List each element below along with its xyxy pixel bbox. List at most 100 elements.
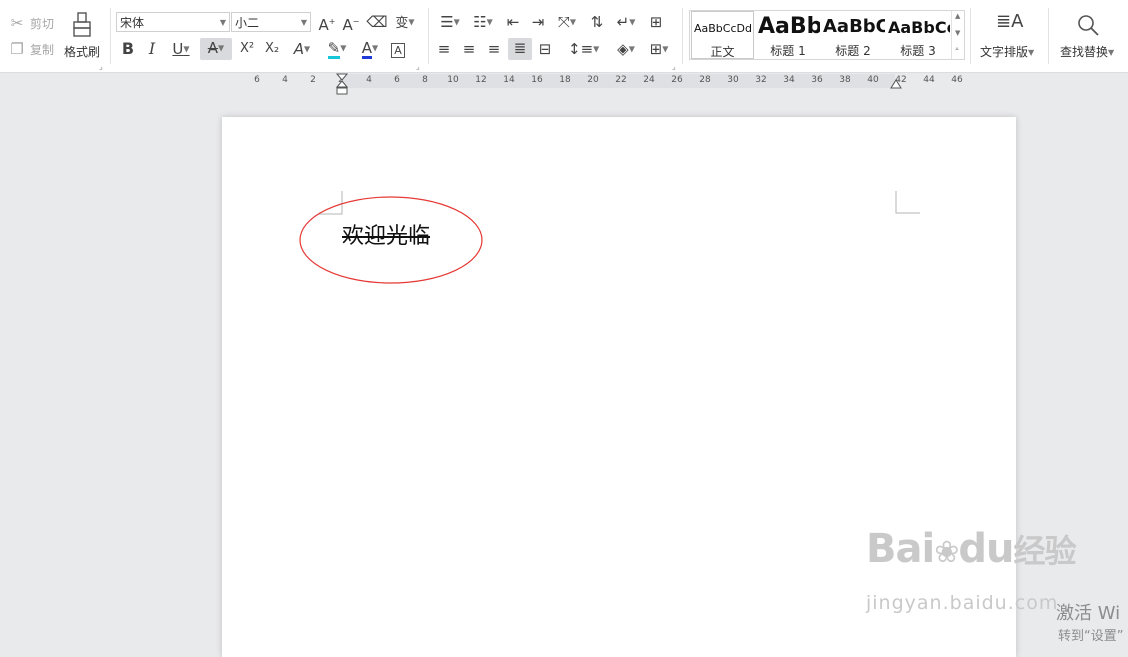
copy-button[interactable]: ❐ 复制 (8, 39, 58, 59)
chevron-down-icon: ▼ (453, 17, 460, 27)
shrink-font-button[interactable]: A− (340, 12, 362, 35)
activate-windows-subtitle: 转到“设置” (1058, 629, 1124, 644)
distributed-align-button[interactable]: ⊟ (535, 39, 555, 59)
line-spacing-icon: ↕≡ (568, 40, 594, 58)
ruler-tick-label: 20 (587, 75, 599, 85)
watermark-logo-b: du (958, 526, 1014, 572)
borders-button[interactable]: ⊞▼ (645, 39, 673, 60)
separator (428, 8, 429, 64)
shrink-font-icon: A (342, 16, 353, 34)
font-group-launcher[interactable]: ⌟ (416, 62, 420, 71)
char-border-icon: A (391, 43, 405, 58)
chevron-down-icon: ▼ (304, 44, 311, 54)
font-family-select[interactable]: 宋体 ▼ (116, 12, 230, 32)
find-replace-text: 查找替换 (1060, 45, 1109, 59)
styles-scroll[interactable]: ▲ ▼ ⩡ (951, 11, 965, 59)
line-spacing-button[interactable]: ↕≡▼ (568, 39, 600, 60)
grow-font-button[interactable]: A+ (316, 12, 338, 35)
format-painter-label: 格式刷 (64, 45, 101, 59)
bullet-list-button[interactable]: ☰▼ (436, 12, 464, 33)
align-center-button[interactable]: ≡ (459, 39, 479, 59)
text-layout-icon: ≣A (996, 11, 1024, 32)
italic-button[interactable]: I (142, 39, 162, 59)
numbered-list-icon: ☷ (473, 13, 487, 31)
ruler-tick-label: 34 (783, 75, 795, 85)
ruler-tick-label: 2 (310, 75, 316, 85)
ellipse-shape[interactable] (298, 196, 484, 286)
separator (1048, 8, 1049, 64)
font-color-button[interactable]: A▼ (355, 38, 385, 59)
align-right-button[interactable]: ≡ (484, 39, 504, 59)
phonetic-guide-button[interactable]: 变▼ (391, 12, 419, 34)
char-border-button[interactable]: A (389, 39, 407, 59)
clipboard-group-launcher[interactable]: ⌟ (99, 62, 103, 71)
style-heading-1[interactable]: AaBb 标题 1 (756, 11, 820, 59)
chevron-down-icon: ▼ (629, 17, 636, 27)
format-painter-button[interactable]: 格式刷 (62, 10, 104, 62)
indent-marker-icon[interactable] (336, 73, 348, 95)
ruler-tick-label: 40 (867, 75, 879, 85)
margin-corner-top-right (895, 191, 920, 214)
increase-indent-button[interactable]: ⇥ (528, 12, 548, 32)
style-normal[interactable]: AaBbCcDd 正文 (691, 11, 754, 59)
superscript-button[interactable]: X² (236, 39, 258, 59)
separator (970, 8, 971, 64)
style-heading-3-sample: AaBbCc (888, 18, 950, 37)
tab-ruler-button[interactable]: ⊞ (645, 12, 667, 32)
style-heading-3[interactable]: AaBbCc 标题 3 (886, 11, 950, 59)
decrease-indent-button[interactable]: ⇤ (503, 12, 523, 32)
style-normal-name: 正文 (710, 45, 735, 59)
chevron-down-icon: ▼ (955, 29, 961, 37)
style-heading-2[interactable]: AaBbC 标题 2 (821, 11, 885, 59)
style-normal-sample: AaBbCcDd (694, 22, 752, 35)
text-layout-button[interactable]: ≣A 文字排版▼ (978, 10, 1040, 62)
strikethrough-button[interactable]: A▼ (200, 38, 232, 60)
numbered-list-button[interactable]: ☷▼ (469, 12, 497, 33)
paragraph-group-launcher[interactable]: ⌟ (672, 62, 676, 71)
highlight-button[interactable]: ✎▼ (321, 38, 353, 59)
watermark-logo-a: Bai (866, 526, 935, 572)
eraser-button[interactable]: ⌫ (366, 12, 388, 32)
chevron-down-icon: ▼ (300, 18, 307, 27)
text-layout-text: 文字排版 (980, 45, 1029, 59)
chevron-down-icon: ▼ (372, 43, 379, 53)
strikethrough-icon: A (207, 39, 219, 57)
shading-button[interactable]: ◈▼ (612, 39, 640, 60)
horizontal-ruler[interactable]: 6 4 2 2 4 6 8 10 12 14 16 18 20 22 24 26 28 30 32 34 36 38 40 4… (248, 73, 998, 95)
align-right-icon: ≡ (487, 40, 501, 58)
show-marks-button[interactable]: ↵▼ (612, 12, 640, 33)
subscript-button[interactable]: X₂ (261, 39, 283, 59)
align-left-icon: ≡ (437, 40, 451, 58)
sort-icon: ⇅ (590, 13, 604, 31)
font-size-select[interactable]: 小二 ▼ (231, 12, 311, 32)
ruler-tick-label: 4 (282, 75, 288, 85)
cut-button[interactable]: ✂ 剪切 (8, 13, 58, 33)
ruler-tick-label: 28 (699, 75, 711, 85)
right-indent-marker-icon[interactable] (890, 79, 902, 89)
justify-icon: ≣ (513, 39, 527, 57)
ruler-tick-label: 16 (531, 75, 543, 85)
document-page[interactable]: 欢迎光临 (222, 117, 1016, 657)
chevron-down-icon: ▼ (486, 17, 493, 27)
justify-button[interactable]: ≣ (508, 38, 532, 60)
chinese-layout-button[interactable]: ⤧▼ (553, 12, 581, 33)
text-effect-button[interactable]: A▼ (287, 39, 317, 60)
font-size-value: 小二 (235, 16, 260, 30)
chevron-down-icon: ▼ (183, 44, 190, 54)
style-heading-3-name: 标题 3 (900, 44, 936, 58)
ruler-tick-label: 6 (254, 75, 260, 85)
chevron-down-icon: ▼ (408, 17, 415, 27)
align-left-button[interactable]: ≡ (434, 39, 454, 59)
style-heading-1-sample: AaBb (758, 14, 820, 39)
highlighter-icon: ✎ (327, 39, 341, 59)
sort-button[interactable]: ⇅ (587, 12, 607, 32)
activate-windows-title: 激活 Wi (1056, 603, 1121, 624)
paragraph-mark-icon: ↵ (616, 13, 630, 31)
ruler-tick-label: 22 (615, 75, 627, 85)
bold-button[interactable]: B (118, 39, 138, 59)
chevron-down-icon: ▼ (593, 44, 600, 54)
find-replace-button[interactable]: 查找替换▼ (1056, 10, 1122, 62)
ruler-tick-label: 30 (727, 75, 739, 85)
ruler-tick-label: 18 (559, 75, 571, 85)
underline-button[interactable]: U▼ (166, 39, 196, 60)
